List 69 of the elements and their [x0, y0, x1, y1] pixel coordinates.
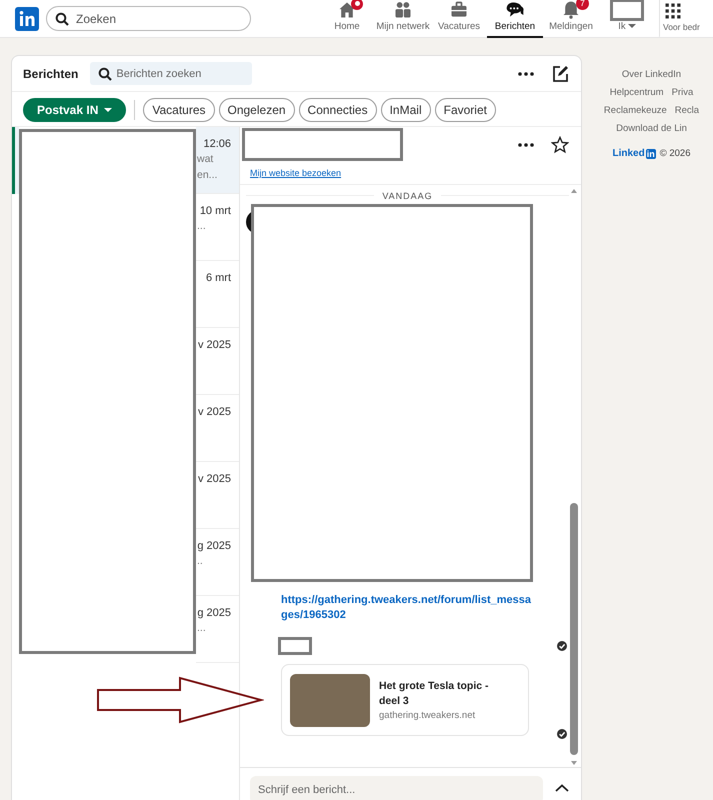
conversation-item[interactable]: 12:06 wat en... — [196, 127, 239, 194]
nav-item[interactable]: Mijn netwerk — [375, 0, 431, 38]
copyright: © 2026 — [660, 148, 690, 159]
message-link[interactable]: https://gathering.tweakers.net/forum/list_messages/1965302 — [281, 593, 531, 623]
nav-item[interactable]: Voor bedr — [659, 0, 700, 38]
message-preview: en... — [197, 169, 218, 182]
search-field[interactable]: Berichten zoeken — [90, 62, 252, 85]
footer-link[interactable]: Reclamekeuze — [604, 104, 667, 117]
preview-title: Het grote Tesla topic - deel 3 — [379, 679, 490, 709]
message-preview: .. — [197, 555, 204, 568]
search-icon — [55, 12, 69, 26]
nav-item[interactable]: Ik — [599, 0, 655, 38]
search-field[interactable]: Zoeken — [46, 6, 251, 31]
more-icon — [517, 142, 535, 148]
nav-item[interactable]: Home — [319, 0, 375, 38]
website-link[interactable]: Mijn website bezoeken — [250, 168, 342, 178]
link-preview-card[interactable]: Het grote Tesla topic - deel 3 gathering.tweakers.net — [281, 664, 529, 736]
nav-item[interactable]: Berichten — [487, 0, 543, 38]
read-receipt-icon — [557, 729, 567, 739]
message-preview: ... — [197, 220, 207, 233]
read-receipt-icon — [557, 641, 567, 651]
filter-pill[interactable]: Favoriet — [434, 98, 496, 122]
filter-pill[interactable]: Ongelezen — [218, 98, 295, 122]
timestamp: 10 mrt — [200, 205, 231, 217]
filter-pill[interactable]: Postvak IN — [23, 98, 126, 122]
chevron-up-icon — [555, 784, 569, 792]
filter-pill[interactable]: Vacatures — [143, 98, 214, 122]
conversation-item[interactable]: v 2025 — [196, 395, 239, 462]
timestamp: v 2025 — [198, 473, 231, 485]
timestamp: v 2025 — [198, 406, 231, 418]
more-icon — [517, 70, 535, 76]
preview-domain: gathering.tweakers.net — [379, 710, 476, 721]
redaction-box — [278, 637, 312, 655]
notification-count: 7 — [576, 0, 589, 10]
caret-icon — [628, 24, 636, 28]
filter-pill[interactable]: Connecties — [298, 98, 377, 122]
footer-link[interactable]: Over LinkedIn — [622, 68, 682, 81]
timestamp: g 2025 — [197, 540, 231, 552]
conversation-item[interactable]: v 2025 — [196, 328, 239, 395]
search-icon — [98, 66, 112, 80]
linkedin-logo: Linked in — [612, 148, 656, 159]
page-title: Berichten — [23, 66, 78, 80]
star-icon — [551, 136, 569, 154]
conversation-item[interactable]: 10 mrt ... — [196, 194, 239, 261]
message-field[interactable]: Schrijf een bericht... — [250, 776, 543, 800]
timestamp: 6 mrt — [206, 272, 231, 284]
timestamp: g 2025 — [197, 607, 231, 619]
message-preview: ... — [197, 622, 207, 635]
conversation-item[interactable]: g 2025 .. — [196, 529, 239, 596]
footer-link[interactable]: Helpcentrum — [610, 86, 664, 99]
nav-item[interactable]: Vacatures — [431, 0, 487, 38]
footer-link[interactable]: Download de Lin — [616, 122, 687, 135]
expand-button[interactable] — [553, 782, 571, 794]
filter-pill[interactable]: InMail — [380, 98, 431, 122]
conversation-item[interactable]: g 2025 ... — [196, 596, 239, 663]
grid-icon — [663, 0, 683, 20]
timestamp: v 2025 — [198, 339, 231, 351]
conversation-item[interactable]: 6 mrt — [196, 261, 239, 328]
footer-link[interactable]: Priva — [672, 86, 694, 99]
star-button[interactable] — [549, 134, 571, 156]
footer-link[interactable]: Recla — [674, 104, 700, 117]
edit-icon — [551, 64, 569, 82]
bell-icon — [561, 0, 581, 20]
nav-item[interactable]: 7 Meldingen — [543, 0, 599, 38]
timestamp: 12:06 — [203, 138, 231, 150]
linkedin-logo-icon — [15, 6, 39, 30]
message-preview: wat — [197, 153, 214, 166]
people-icon — [393, 0, 413, 20]
conversation-item[interactable]: v 2025 — [196, 462, 239, 529]
